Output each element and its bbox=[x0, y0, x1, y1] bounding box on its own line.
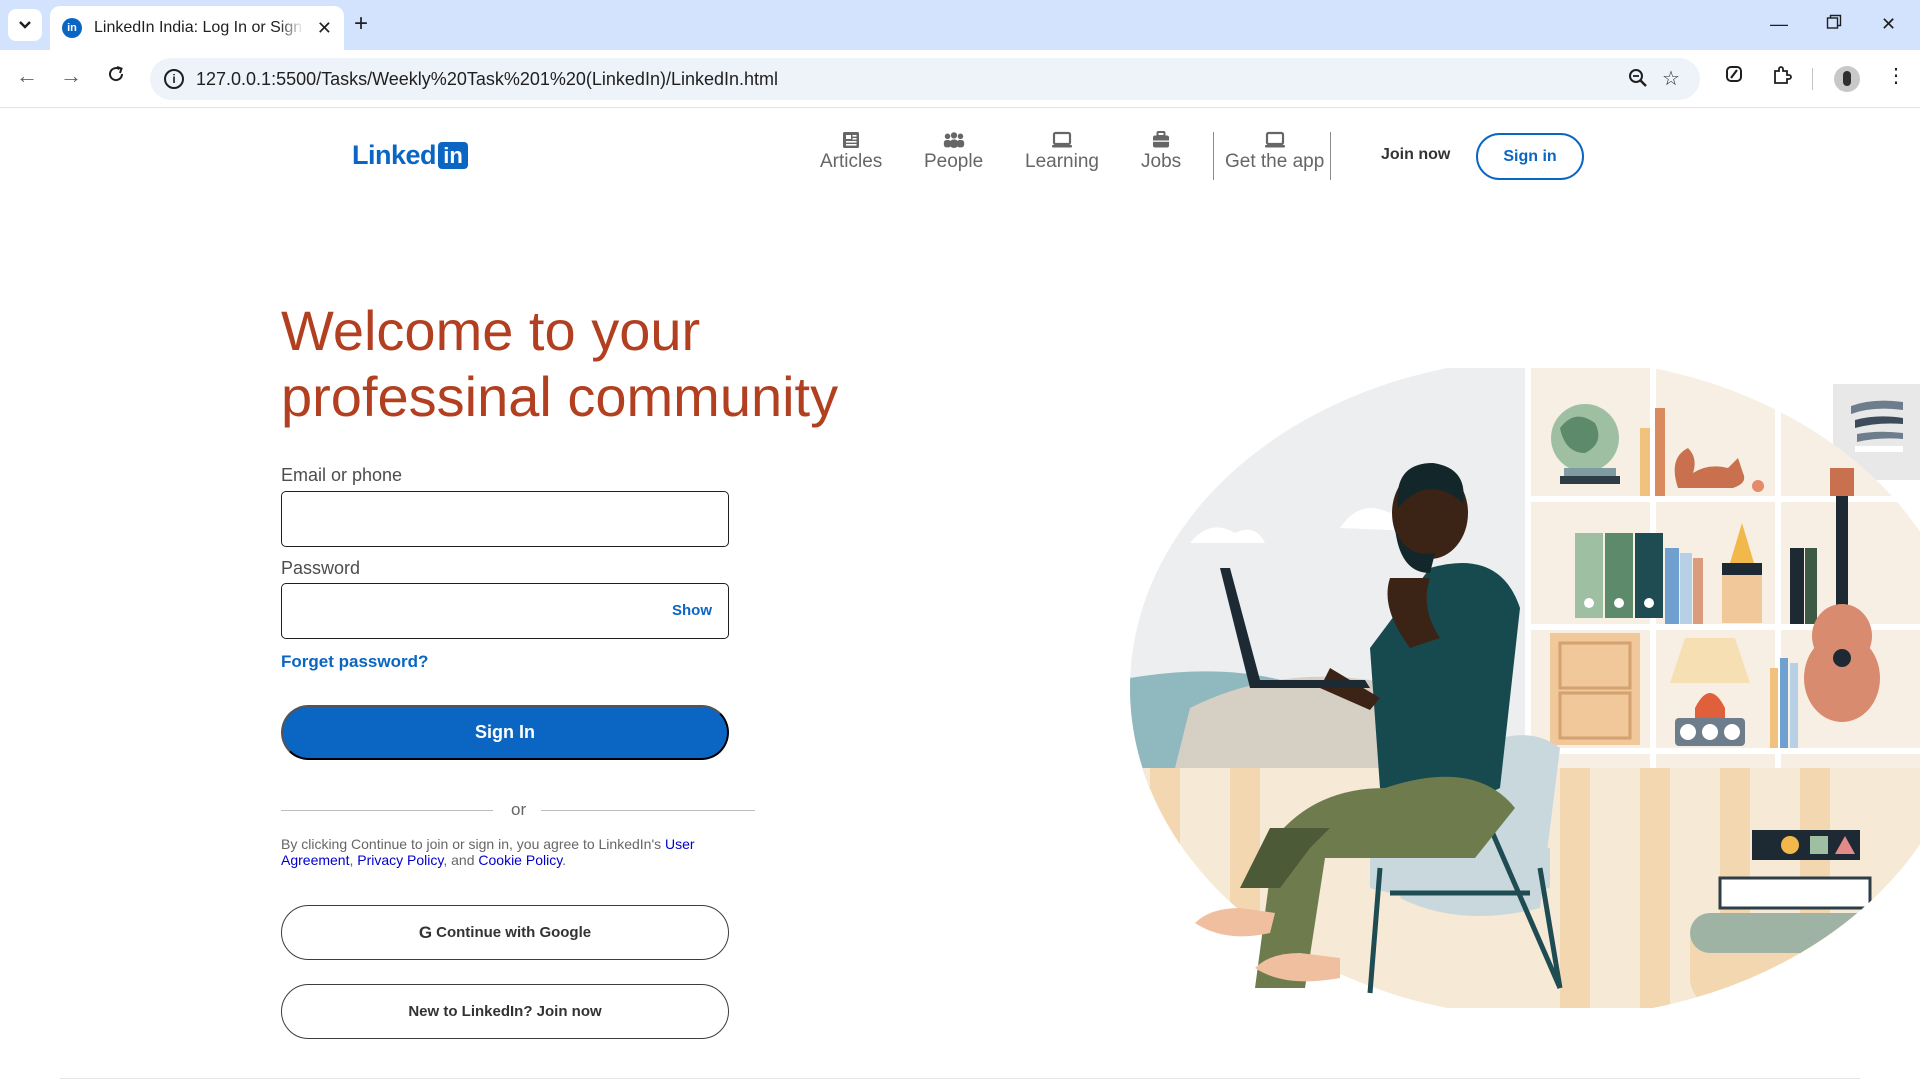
divider-right bbox=[541, 810, 755, 811]
nav-divider bbox=[1330, 132, 1331, 180]
header-sign-in-button[interactable]: Sign in bbox=[1476, 133, 1584, 180]
nav-articles[interactable]: Articles bbox=[820, 130, 882, 173]
page-title: Welcome to your professinal community bbox=[281, 298, 921, 430]
email-field[interactable] bbox=[281, 491, 729, 547]
minimize-icon[interactable]: — bbox=[1770, 12, 1788, 36]
legal-prefix: By clicking Continue to join or sign in,… bbox=[281, 836, 666, 852]
nav-articles-label: Articles bbox=[820, 151, 883, 172]
learning-icon bbox=[1050, 130, 1074, 150]
nav-jobs-label: Jobs bbox=[1141, 151, 1182, 172]
hero-line-2: professinal community bbox=[281, 365, 839, 428]
join-now-link[interactable]: Join now bbox=[1381, 146, 1450, 164]
get-app-icon bbox=[1263, 130, 1287, 150]
legal-notice: By clicking Continue to join or sign in,… bbox=[281, 836, 731, 868]
avatar[interactable] bbox=[1834, 66, 1860, 92]
nav-get-the-app[interactable]: Get the app bbox=[1225, 130, 1324, 173]
nav-learning-label: Learning bbox=[1025, 151, 1099, 172]
sign-in-button[interactable]: Sign In bbox=[281, 705, 729, 760]
articles-icon bbox=[839, 130, 863, 150]
nav-jobs[interactable]: Jobs bbox=[1141, 130, 1181, 173]
extension-icon[interactable] bbox=[1724, 64, 1744, 90]
forgot-password-link[interactable]: Forget password? bbox=[281, 652, 428, 672]
nav-learning[interactable]: Learning bbox=[1025, 130, 1099, 173]
tab-title: LinkedIn India: Log In or Sign Up bbox=[94, 19, 304, 36]
join-now-button[interactable]: New to LinkedIn? Join now bbox=[281, 984, 729, 1039]
divider-left bbox=[281, 810, 493, 811]
address-bar[interactable]: i 127.0.0.1:5500/Tasks/Weekly%20Task%201… bbox=[150, 58, 1700, 100]
nav-people-label: People bbox=[924, 151, 984, 172]
page-bottom-divider bbox=[60, 1078, 1860, 1079]
bookmark-star-icon[interactable]: ☆ bbox=[1662, 68, 1680, 90]
show-password-button[interactable]: Show bbox=[672, 602, 712, 619]
linkedin-page: Linked in Articles People Learning Jobs … bbox=[0, 108, 1920, 1080]
nav-people[interactable]: People bbox=[924, 130, 983, 173]
hero-illustration bbox=[1130, 368, 1920, 1008]
nav-get-the-app-label: Get the app bbox=[1225, 151, 1325, 172]
password-label: Password bbox=[281, 558, 361, 578]
tab-list-chevron-icon[interactable] bbox=[8, 9, 42, 41]
restore-icon[interactable] bbox=[1826, 12, 1842, 36]
password-field[interactable]: Show bbox=[281, 583, 729, 639]
people-icon bbox=[942, 130, 966, 150]
url-text[interactable]: 127.0.0.1:5500/Tasks/Weekly%20Task%201%2… bbox=[196, 69, 778, 90]
legal-period: . bbox=[562, 852, 567, 868]
nav-divider bbox=[1213, 132, 1214, 180]
cookie-policy-link[interactable]: Cookie Policy bbox=[478, 852, 562, 868]
close-icon[interactable]: ✕ bbox=[317, 18, 332, 38]
logo-text: Linked bbox=[352, 140, 437, 170]
browser-tab-bar: in LinkedIn India: Log In or Sign Up ✕ +… bbox=[0, 0, 1920, 50]
back-icon[interactable]: ← bbox=[16, 64, 38, 88]
kebab-menu-icon[interactable]: ⋮ bbox=[1886, 64, 1906, 88]
browser-tab-active[interactable]: in LinkedIn India: Log In or Sign Up ✕ bbox=[50, 6, 344, 50]
forward-icon[interactable]: → bbox=[60, 64, 82, 88]
continue-with-google-label: Continue with Google bbox=[436, 924, 592, 941]
toolbar-divider bbox=[1812, 68, 1813, 90]
site-info-icon[interactable]: i bbox=[164, 69, 184, 89]
legal-and: , and bbox=[443, 852, 479, 868]
zoom-icon[interactable] bbox=[1628, 68, 1648, 93]
logo-in-box: in bbox=[438, 142, 469, 169]
linkedin-logo[interactable]: Linked in bbox=[352, 140, 469, 171]
linkedin-favicon-icon: in bbox=[62, 18, 82, 38]
puzzle-icon[interactable] bbox=[1771, 64, 1793, 92]
jobs-icon bbox=[1149, 130, 1173, 150]
new-tab-icon[interactable]: + bbox=[354, 12, 368, 36]
or-divider-text: or bbox=[511, 800, 527, 819]
google-icon: G bbox=[418, 922, 433, 942]
email-label: Email or phone bbox=[281, 465, 403, 485]
privacy-policy-link[interactable]: Privacy Policy bbox=[357, 852, 443, 868]
continue-with-google-button[interactable]: G Continue with Google bbox=[281, 905, 729, 960]
hero-line-1: Welcome to your bbox=[281, 299, 701, 362]
reload-icon[interactable] bbox=[106, 64, 126, 89]
window-close-icon[interactable]: ✕ bbox=[1881, 12, 1896, 36]
browser-toolbar: ← → i 127.0.0.1:5500/Tasks/Weekly%20Task… bbox=[0, 50, 1920, 108]
